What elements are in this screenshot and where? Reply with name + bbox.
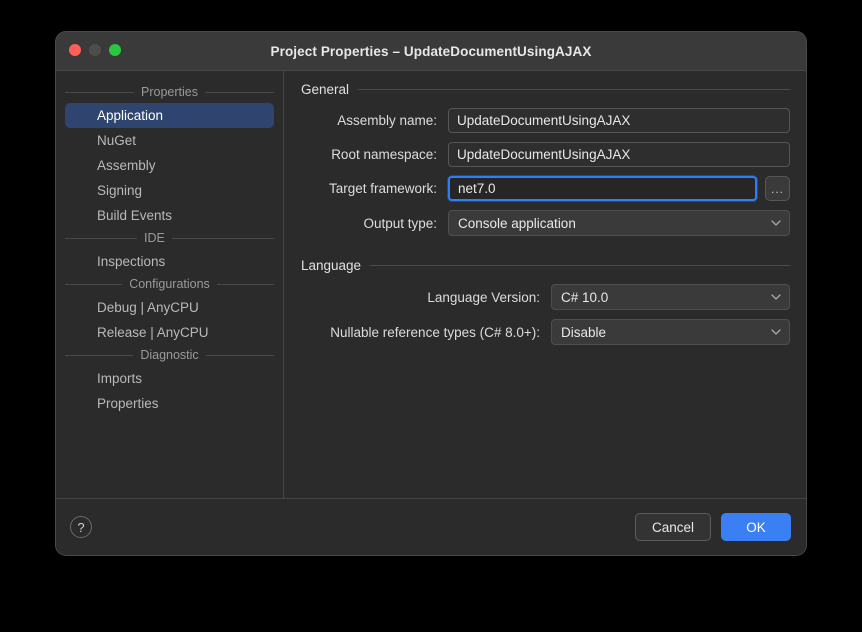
divider-line bbox=[205, 354, 274, 356]
nullable-control: Disable bbox=[551, 319, 790, 345]
sidebar-item-debug-anycpu[interactable]: Debug | AnyCPU bbox=[65, 295, 274, 320]
field-row-nullable-reference-types: Nullable reference types (C# 8.0+): Disa… bbox=[301, 319, 790, 345]
output-type-control: Console application bbox=[448, 210, 790, 236]
sidebar-item-assembly[interactable]: Assembly bbox=[65, 153, 274, 178]
title-bar: Project Properties – UpdateDocumentUsing… bbox=[56, 32, 806, 71]
sidebar-group-label: Properties bbox=[141, 85, 198, 99]
target-framework-label: Target framework: bbox=[328, 181, 437, 196]
target-framework-input[interactable]: net7.0 bbox=[448, 176, 757, 201]
section-header-language: Language bbox=[301, 258, 790, 273]
section-label: General bbox=[301, 82, 350, 97]
traffic-lights bbox=[69, 44, 121, 56]
sidebar-group-label: IDE bbox=[144, 231, 165, 245]
field-row-root-namespace: Root namespace: UpdateDocumentUsingAJAX bbox=[301, 142, 790, 167]
minimize-button[interactable] bbox=[89, 44, 101, 56]
field-row-target-framework: Target framework: net7.0 ... bbox=[301, 176, 790, 201]
root-namespace-control: UpdateDocumentUsingAJAX bbox=[448, 142, 790, 167]
nullable-label: Nullable reference types (C# 8.0+): bbox=[330, 324, 540, 340]
sidebar-item-imports[interactable]: Imports bbox=[65, 366, 274, 391]
root-namespace-label: Root namespace: bbox=[331, 147, 437, 162]
project-properties-dialog: Project Properties – UpdateDocumentUsing… bbox=[55, 31, 807, 556]
output-type-select[interactable]: Console application bbox=[448, 210, 790, 236]
sidebar-group-header-ide: IDE bbox=[65, 228, 274, 249]
field-row-assembly-name: Assembly name: UpdateDocumentUsingAJAX bbox=[301, 108, 790, 133]
dialog-body: Properties Application NuGet Assembly Si… bbox=[56, 71, 806, 498]
chevron-down-icon bbox=[771, 294, 781, 300]
assembly-name-control: UpdateDocumentUsingAJAX bbox=[448, 108, 790, 133]
sidebar-item-inspections[interactable]: Inspections bbox=[65, 249, 274, 274]
sidebar: Properties Application NuGet Assembly Si… bbox=[56, 71, 284, 498]
window-title: Project Properties – UpdateDocumentUsing… bbox=[270, 43, 592, 59]
language-version-label: Language Version: bbox=[427, 289, 540, 305]
dialog-footer: ? Cancel OK bbox=[56, 498, 806, 555]
sidebar-item-signing[interactable]: Signing bbox=[65, 178, 274, 203]
sidebar-item-application[interactable]: Application bbox=[65, 103, 274, 128]
section-label: Language bbox=[301, 258, 362, 273]
divider-line bbox=[65, 91, 135, 93]
sidebar-group-header-properties: Properties bbox=[65, 82, 275, 103]
divider-line bbox=[205, 91, 275, 93]
language-version-control: C# 10.0 bbox=[551, 284, 790, 310]
sidebar-item-properties[interactable]: Properties bbox=[65, 391, 274, 416]
field-row-output-type: Output type: Console application bbox=[301, 210, 790, 236]
divider-line bbox=[171, 237, 274, 239]
assembly-name-input[interactable]: UpdateDocumentUsingAJAX bbox=[448, 108, 790, 133]
language-section: Language Language Version: C# 10.0 Nulla… bbox=[301, 258, 790, 345]
chevron-down-icon bbox=[771, 329, 781, 335]
sidebar-group-label: Diagnostic bbox=[140, 348, 199, 362]
sidebar-group-header-configurations: Configurations bbox=[65, 274, 275, 295]
chevron-down-icon bbox=[771, 220, 781, 226]
sidebar-item-nuget[interactable]: NuGet bbox=[65, 128, 274, 153]
sidebar-item-release-anycpu[interactable]: Release | AnyCPU bbox=[65, 320, 274, 345]
sidebar-group-header-diagnostic: Diagnostic bbox=[65, 345, 274, 366]
divider-line bbox=[65, 354, 134, 356]
browse-ellipsis-button[interactable]: ... bbox=[765, 176, 790, 201]
divider-line bbox=[358, 89, 790, 90]
nullable-select[interactable]: Disable bbox=[551, 319, 790, 345]
assembly-name-label: Assembly name: bbox=[337, 113, 437, 128]
language-version-select[interactable]: C# 10.0 bbox=[551, 284, 790, 310]
output-type-value: Console application bbox=[458, 215, 576, 231]
divider-line bbox=[370, 265, 790, 266]
cancel-button[interactable]: Cancel bbox=[634, 513, 711, 541]
language-version-value: C# 10.0 bbox=[561, 289, 609, 305]
output-type-label: Output type: bbox=[363, 215, 437, 231]
root-namespace-input[interactable]: UpdateDocumentUsingAJAX bbox=[448, 142, 790, 167]
target-framework-control: net7.0 ... bbox=[448, 176, 790, 201]
help-icon[interactable]: ? bbox=[70, 516, 92, 538]
divider-line bbox=[216, 283, 275, 285]
maximize-button[interactable] bbox=[109, 44, 121, 56]
main-panel: General Assembly name: UpdateDocumentUsi… bbox=[284, 71, 806, 498]
nullable-value: Disable bbox=[561, 324, 607, 340]
section-header-general: General bbox=[301, 82, 790, 97]
sidebar-group-label: Configurations bbox=[129, 277, 210, 291]
field-row-language-version: Language Version: C# 10.0 bbox=[301, 284, 790, 310]
divider-line bbox=[65, 237, 137, 239]
sidebar-item-build-events[interactable]: Build Events bbox=[65, 203, 274, 228]
ok-button[interactable]: OK bbox=[721, 513, 791, 541]
divider-line bbox=[65, 283, 123, 285]
close-button[interactable] bbox=[69, 44, 81, 56]
